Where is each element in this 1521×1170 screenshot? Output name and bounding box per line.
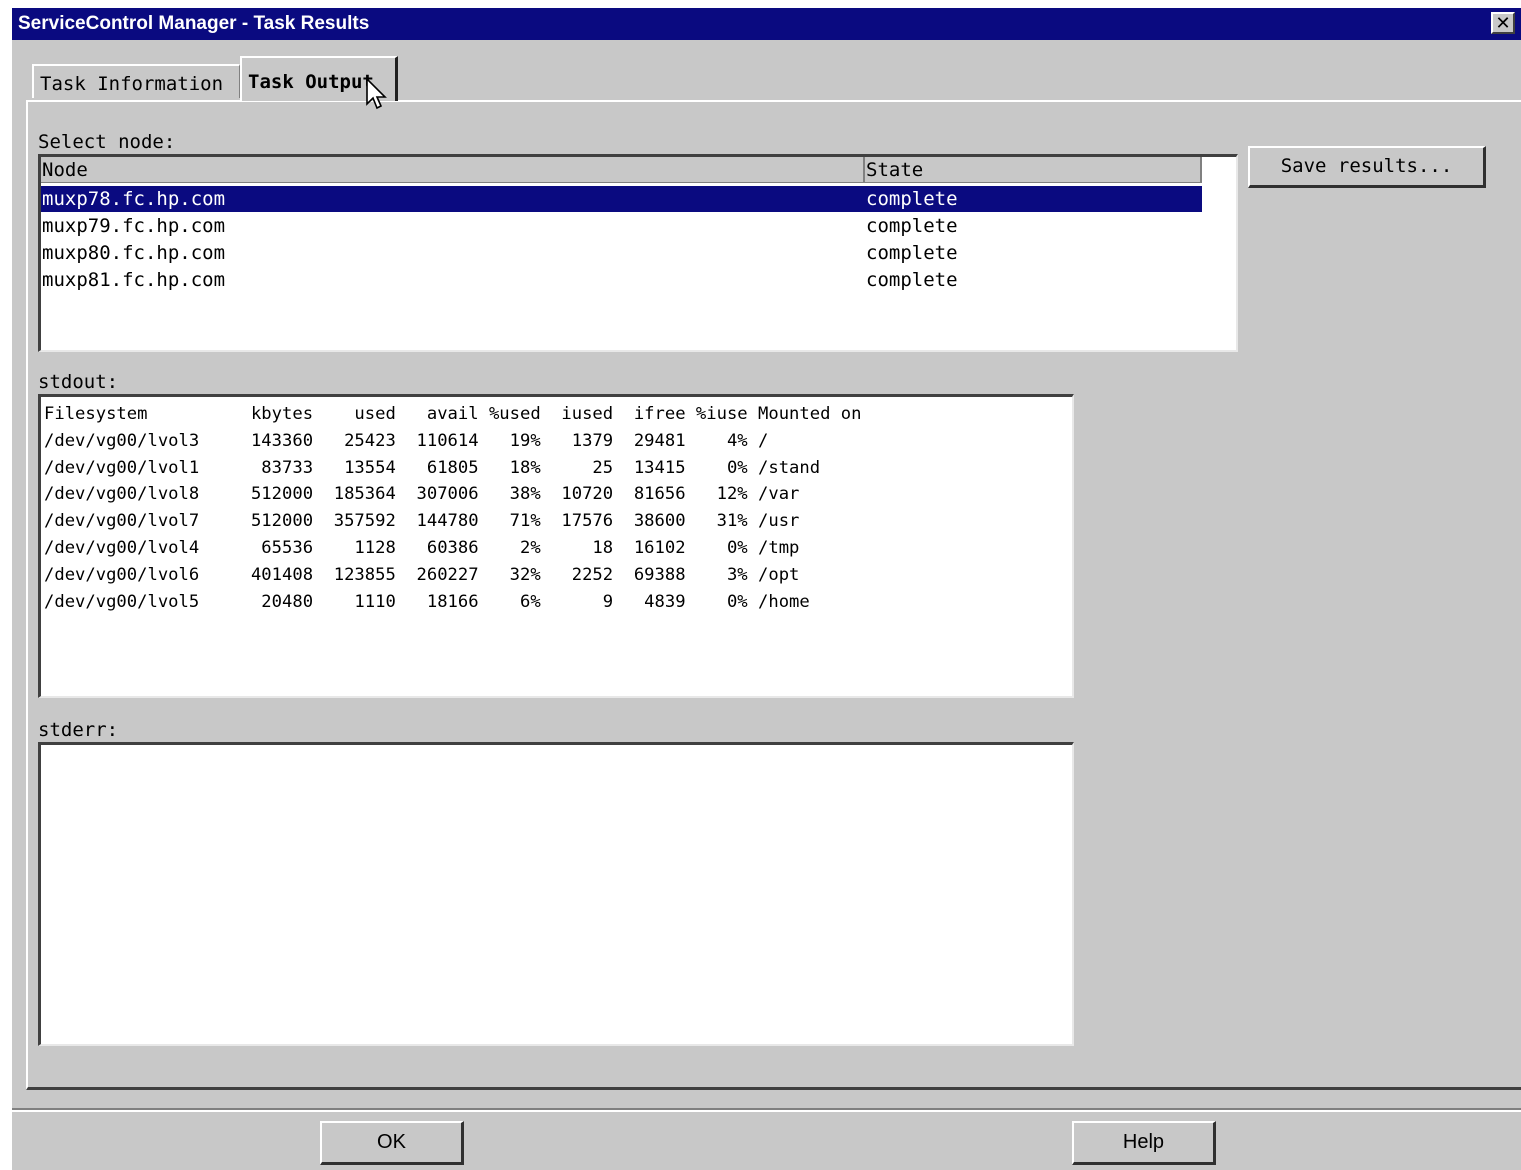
stderr-textarea[interactable]: [38, 742, 1074, 1046]
stdout-label: stdout:: [38, 371, 119, 393]
tab-label: Task Output: [248, 71, 374, 93]
node-list[interactable]: Node State muxp78.fc.hp.com complete mux…: [38, 154, 1238, 352]
stderr-label: stderr:: [38, 719, 119, 741]
save-results-button[interactable]: Save results...: [1248, 146, 1486, 188]
node-row[interactable]: muxp78.fc.hp.com complete: [41, 186, 1202, 212]
ok-button[interactable]: OK: [320, 1121, 464, 1165]
title-bar[interactable]: ServiceControl Manager - Task Results ✕: [12, 8, 1521, 40]
task-results-window: ServiceControl Manager - Task Results ✕ …: [10, 6, 1521, 1170]
node-state: complete: [866, 269, 958, 291]
footer-separator: [12, 1108, 1521, 1112]
tab-task-information[interactable]: Task Information: [32, 64, 240, 98]
node-row[interactable]: muxp79.fc.hp.com complete: [41, 213, 1202, 239]
close-icon[interactable]: ✕: [1491, 12, 1515, 34]
stdout-textarea[interactable]: Filesystem kbytes used avail %used iused…: [38, 394, 1074, 698]
tab-label: Task Information: [40, 73, 224, 95]
node-state: complete: [866, 188, 958, 210]
node-name: muxp79.fc.hp.com: [42, 215, 226, 237]
node-name: muxp81.fc.hp.com: [42, 269, 226, 291]
help-button[interactable]: Help: [1072, 1121, 1216, 1165]
node-state: complete: [866, 242, 958, 264]
column-header-state[interactable]: State: [865, 157, 1202, 183]
mouse-cursor-icon: [366, 78, 387, 110]
node-name: muxp78.fc.hp.com: [42, 188, 226, 210]
stdout-text: Filesystem kbytes used avail %used iused…: [44, 404, 862, 612]
node-row[interactable]: muxp80.fc.hp.com complete: [41, 240, 1202, 266]
node-state: complete: [866, 215, 958, 237]
node-name: muxp80.fc.hp.com: [42, 242, 226, 264]
node-row[interactable]: muxp81.fc.hp.com complete: [41, 267, 1202, 293]
select-node-label: Select node:: [38, 131, 176, 153]
column-header-node[interactable]: Node: [41, 157, 865, 183]
window-title: ServiceControl Manager - Task Results: [18, 13, 370, 34]
